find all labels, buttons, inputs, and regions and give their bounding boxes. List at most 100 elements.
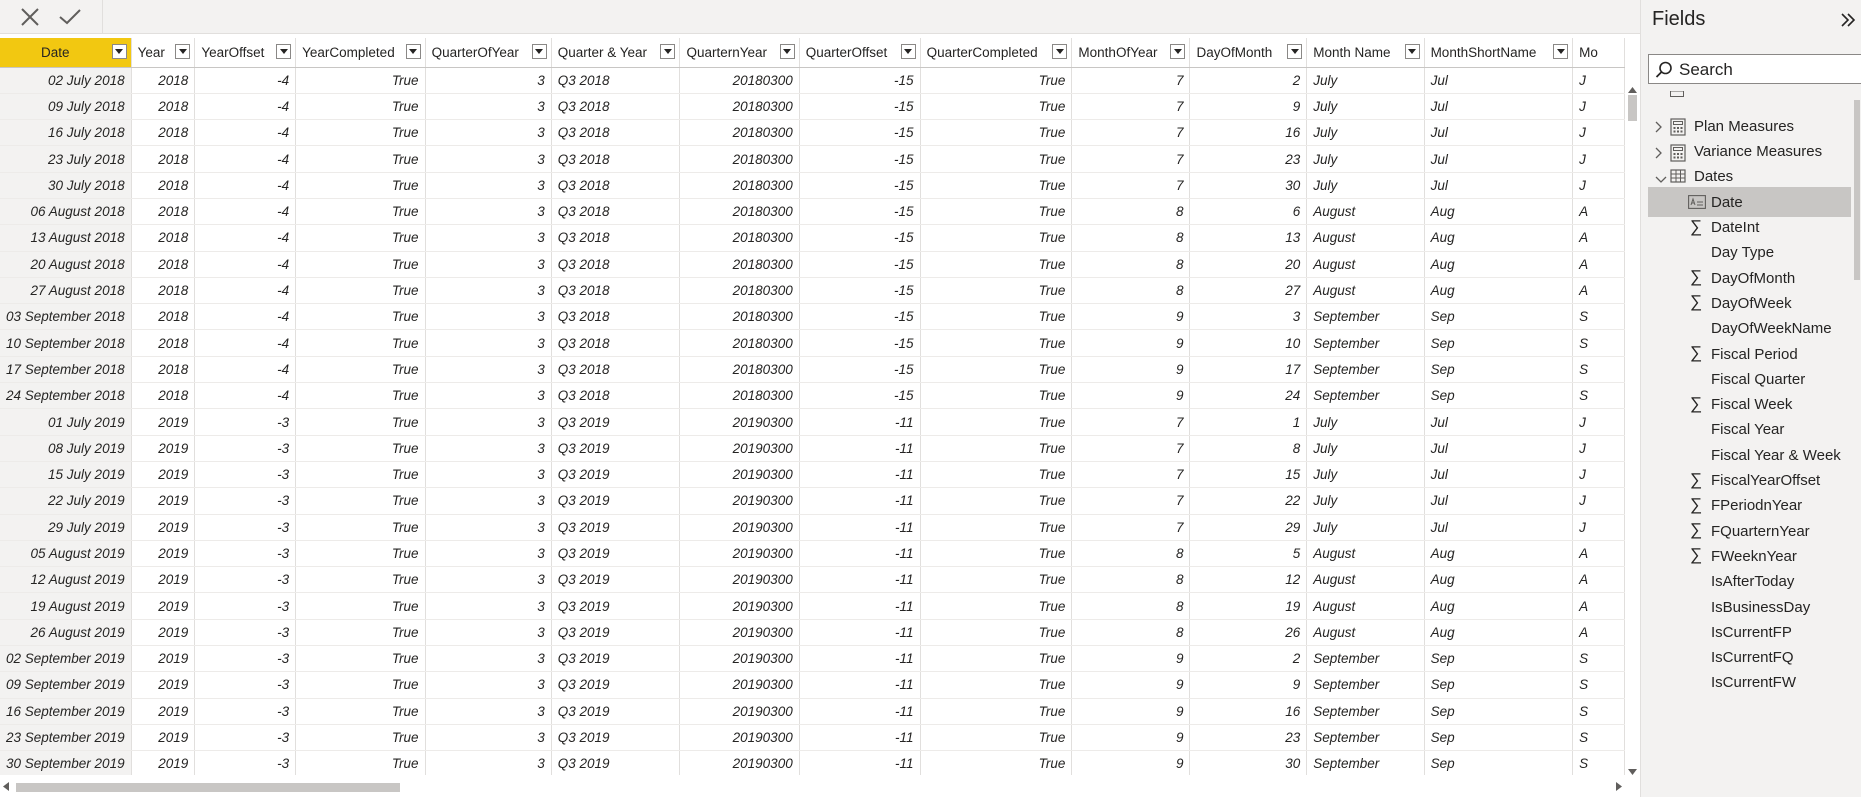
cell-quarterofyear[interactable]: 3 — [425, 645, 552, 673]
cell-quarter-and-year[interactable]: Q3 2019 — [551, 514, 681, 541]
cell-quarternyear[interactable]: 20180300 — [679, 251, 800, 278]
cell-quarter-and-year[interactable]: Q3 2019 — [551, 408, 681, 436]
cell-monthshortname[interactable]: Aug — [1424, 619, 1574, 647]
cell-quartercompleted[interactable]: True — [920, 119, 1073, 147]
cell-quarternyear[interactable]: 20180300 — [679, 198, 800, 226]
cell-yearoffset[interactable]: -4 — [194, 198, 297, 226]
cell-date[interactable]: 26 August 2019 — [0, 619, 132, 647]
formula-input[interactable] — [103, 0, 1640, 33]
cell-quarterofyear[interactable]: 3 — [425, 566, 552, 594]
cell-yearoffset[interactable]: -3 — [194, 540, 297, 568]
cell-date[interactable]: 09 July 2018 — [0, 93, 132, 121]
cell-mo[interactable]: A — [1572, 224, 1625, 252]
cell-date[interactable]: 15 July 2019 — [0, 461, 132, 489]
cell-monthofyear[interactable]: 8 — [1071, 251, 1191, 278]
cell-year[interactable]: 2018 — [131, 251, 196, 278]
cell-quarterofyear[interactable]: 3 — [425, 303, 552, 331]
cell-mo[interactable]: S — [1572, 329, 1625, 357]
scroll-right-icon[interactable] — [1616, 782, 1622, 791]
cell-quartercompleted[interactable]: True — [920, 487, 1073, 515]
cell-dayofmonth[interactable]: 22 — [1189, 487, 1308, 515]
cell-monthshortname[interactable]: Sep — [1424, 382, 1574, 410]
filter-dropdown-button[interactable] — [1404, 44, 1420, 59]
chevron-right-icon[interactable] — [1655, 121, 1663, 133]
cell-yearoffset[interactable]: -3 — [194, 750, 297, 775]
cell-year[interactable]: 2018 — [131, 198, 196, 226]
cell-mo[interactable]: A — [1572, 277, 1625, 305]
cell-quarterofyear[interactable]: 3 — [425, 119, 552, 147]
cell-quarter-and-year[interactable]: Q3 2018 — [551, 277, 681, 305]
cell-yearoffset[interactable]: -3 — [194, 671, 297, 699]
cell-quarterofyear[interactable]: 3 — [425, 540, 552, 568]
cell-monthofyear[interactable]: 7 — [1071, 93, 1191, 121]
cell-monthshortname[interactable]: Jul — [1424, 408, 1574, 436]
cell-mo[interactable]: A — [1572, 566, 1625, 594]
cell-month-name[interactable]: July — [1306, 514, 1425, 541]
cell-year[interactable]: 2019 — [131, 487, 196, 515]
cell-date[interactable]: 05 August 2019 — [0, 540, 132, 568]
cell-yearcompleted[interactable]: True — [295, 329, 426, 357]
cell-mo[interactable]: J — [1572, 514, 1625, 541]
cell-quarternyear[interactable]: 20180300 — [679, 356, 800, 384]
cell-month-name[interactable]: August — [1306, 540, 1425, 568]
cell-quarter-and-year[interactable]: Q3 2018 — [551, 119, 681, 147]
cell-quarterofyear[interactable]: 3 — [425, 172, 552, 199]
cell-monthofyear[interactable]: 7 — [1071, 145, 1191, 173]
cell-dayofmonth[interactable]: 2 — [1189, 645, 1308, 673]
horizontal-scroll-thumb[interactable] — [16, 783, 400, 792]
cell-monthshortname[interactable]: Sep — [1424, 329, 1574, 357]
cell-monthofyear[interactable]: 7 — [1071, 119, 1191, 147]
cell-date[interactable]: 23 July 2018 — [0, 145, 132, 173]
cell-quarter-and-year[interactable]: Q3 2018 — [551, 67, 681, 94]
cell-quarterofyear[interactable]: 3 — [425, 382, 552, 410]
cell-dayofmonth[interactable]: 19 — [1189, 592, 1308, 620]
cell-quarternyear[interactable]: 20190300 — [679, 750, 800, 775]
cell-quarterofyear[interactable]: 3 — [425, 251, 552, 278]
cell-quarterofyear[interactable]: 3 — [425, 698, 552, 725]
cell-year[interactable]: 2018 — [131, 224, 196, 252]
cell-mo[interactable]: J — [1572, 172, 1625, 199]
cell-yearcompleted[interactable]: True — [295, 698, 426, 725]
cell-quarterofyear[interactable]: 3 — [425, 277, 552, 305]
cell-date[interactable]: 27 August 2018 — [0, 277, 132, 305]
cell-yearoffset[interactable]: -4 — [194, 277, 297, 305]
cell-dayofmonth[interactable]: 23 — [1189, 145, 1308, 173]
cell-quarterofyear[interactable]: 3 — [425, 408, 552, 436]
cell-quarteroffset[interactable]: -15 — [799, 251, 921, 278]
cell-quarteroffset[interactable]: -15 — [799, 145, 921, 173]
filter-dropdown-button[interactable] — [1553, 44, 1569, 59]
cell-date[interactable]: 02 September 2019 — [0, 645, 132, 673]
cell-quarterofyear[interactable]: 3 — [425, 671, 552, 699]
cell-quarternyear[interactable]: 20180300 — [679, 93, 800, 121]
cell-quarteroffset[interactable]: -15 — [799, 224, 921, 252]
cell-monthshortname[interactable]: Aug — [1424, 198, 1574, 226]
cell-monthshortname[interactable]: Jul — [1424, 67, 1574, 94]
cell-month-name[interactable]: July — [1306, 172, 1425, 199]
cell-quarternyear[interactable]: 20180300 — [679, 329, 800, 357]
cell-quarterofyear[interactable]: 3 — [425, 487, 552, 515]
cell-quarteroffset[interactable]: -11 — [799, 698, 921, 725]
cell-dayofmonth[interactable]: 23 — [1189, 724, 1308, 752]
cell-yearoffset[interactable]: -3 — [194, 566, 297, 594]
cell-dayofmonth[interactable]: 17 — [1189, 356, 1308, 384]
cell-quarteroffset[interactable]: -15 — [799, 277, 921, 305]
cell-mo[interactable]: S — [1572, 356, 1625, 384]
cell-monthshortname[interactable]: Jul — [1424, 435, 1574, 462]
horizontal-scrollbar[interactable] — [0, 779, 1625, 795]
cell-monthshortname[interactable]: Aug — [1424, 251, 1574, 278]
cell-quarterofyear[interactable]: 3 — [425, 724, 552, 752]
filter-dropdown-button[interactable] — [276, 44, 292, 59]
vertical-scroll-thumb[interactable] — [1628, 95, 1637, 121]
cell-dayofmonth[interactable]: 30 — [1189, 750, 1308, 775]
cell-yearoffset[interactable]: -3 — [194, 461, 297, 489]
cell-date[interactable]: 19 August 2019 — [0, 592, 132, 620]
cell-month-name[interactable]: September — [1306, 356, 1425, 384]
cell-quarter-and-year[interactable]: Q3 2019 — [551, 724, 681, 752]
cell-quartercompleted[interactable]: True — [920, 592, 1073, 620]
cell-month-name[interactable]: September — [1306, 645, 1425, 673]
cell-mo[interactable]: A — [1572, 198, 1625, 226]
cell-date[interactable]: 30 September 2019 — [0, 750, 132, 775]
cell-month-name[interactable]: September — [1306, 724, 1425, 752]
cell-quarter-and-year[interactable]: Q3 2018 — [551, 382, 681, 410]
cell-date[interactable]: 29 July 2019 — [0, 514, 132, 541]
